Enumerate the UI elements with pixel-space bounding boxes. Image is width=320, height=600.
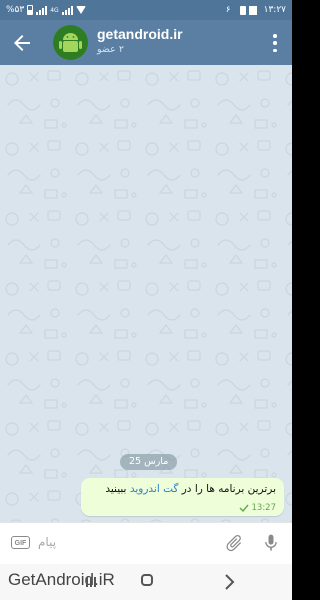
message-list[interactable]: مارس 25 برترین برنامه ها را در گت اندروی…	[0, 65, 292, 522]
message-link[interactable]: گت اندروید	[130, 483, 179, 495]
network-type: 4G	[50, 6, 59, 14]
home-icon[interactable]	[141, 574, 153, 586]
mic-icon[interactable]	[261, 532, 281, 554]
message-text: برترین برنامه ها را در گت اندروید ببینید	[105, 483, 276, 495]
battery-percent: %۵۳	[6, 5, 25, 15]
image-notif-icon	[248, 5, 257, 15]
recent-apps-icon[interactable]	[85, 576, 97, 588]
watermark: GetAndroid.iR	[8, 570, 115, 589]
gif-icon[interactable]: GIF	[11, 536, 30, 549]
outgoing-message[interactable]: برترین برنامه ها را در گت اندروید ببینید…	[81, 478, 284, 516]
battery-icon	[27, 5, 34, 15]
status-right: ۶ ۱۳:۲۷	[226, 5, 286, 15]
message-input[interactable]: پیام	[38, 535, 56, 549]
system-nav-bar: GetAndroid.iR	[0, 564, 292, 600]
message-text-before: برترین برنامه ها را در	[181, 483, 276, 495]
date-divider: مارس 25	[120, 454, 178, 470]
check-icon	[239, 504, 249, 512]
status-left: %۵۳ 4G	[6, 5, 86, 15]
message-meta: 13:27	[239, 503, 277, 513]
sim-icon	[239, 5, 246, 15]
chat-title[interactable]: getandroid.ir	[97, 26, 183, 42]
more-vert-icon[interactable]	[272, 34, 278, 52]
signal-icon	[36, 5, 48, 15]
message-composer: GIF پیام	[0, 522, 292, 564]
attach-icon[interactable]	[224, 533, 244, 553]
message-time: 13:27	[251, 503, 277, 513]
status-time: ۱۳:۲۷	[263, 5, 286, 15]
android-logo-icon	[53, 25, 88, 60]
message-text-after: ببینید	[105, 483, 127, 495]
notification-count: ۶	[225, 5, 231, 15]
status-bar: %۵۳ 4G ۶ ۱۳:۲۷	[0, 0, 292, 20]
member-count: ۲ عضو	[97, 44, 124, 55]
wifi-icon	[75, 6, 86, 14]
signal-icon-2	[61, 5, 73, 15]
nav-back-icon[interactable]	[222, 573, 236, 591]
chat-header: getandroid.ir ۲ عضو	[0, 20, 292, 65]
back-arrow-icon[interactable]	[10, 31, 34, 55]
avatar[interactable]	[53, 25, 88, 60]
